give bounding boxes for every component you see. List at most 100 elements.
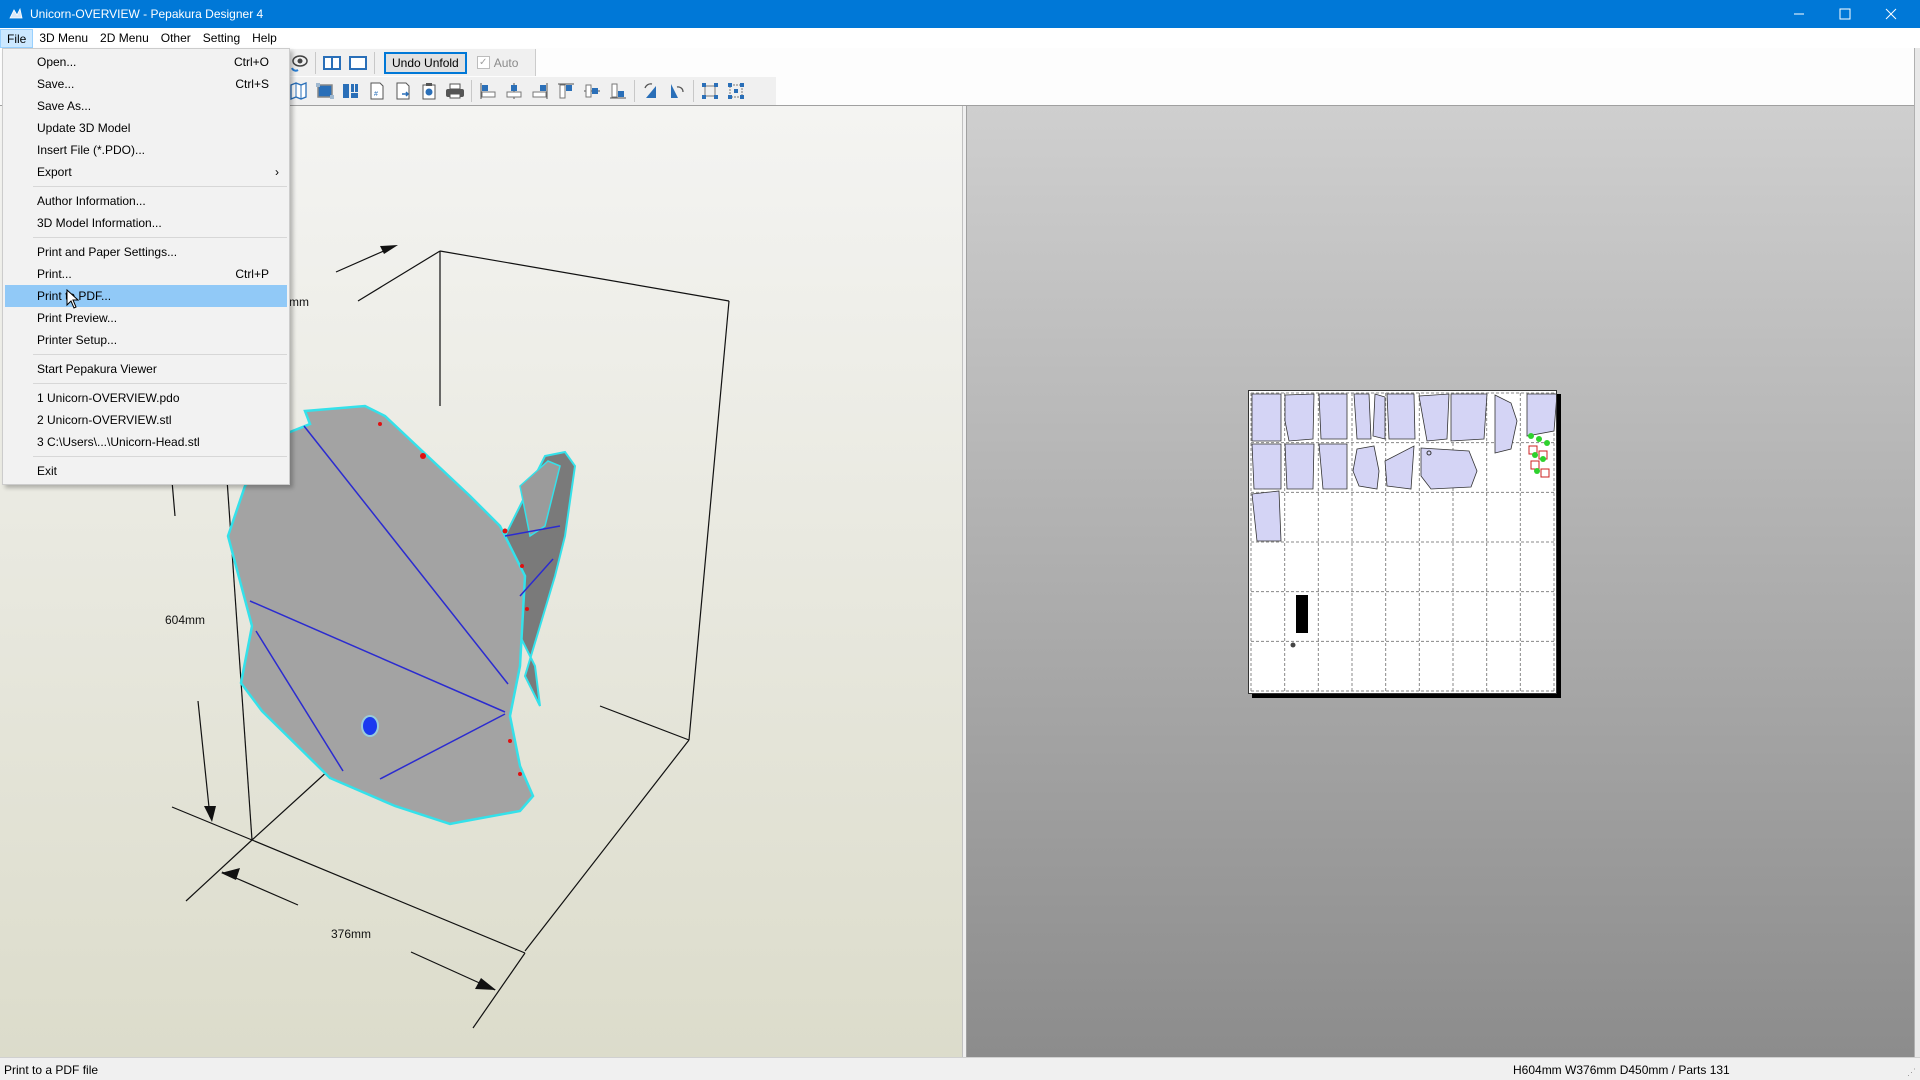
close-button[interactable]	[1868, 0, 1914, 28]
menu-item-author-information[interactable]: Author Information...	[3, 190, 289, 212]
menu-item-save-as[interactable]: Save As...	[3, 95, 289, 117]
paper-layout	[1250, 392, 1556, 692]
menu-help[interactable]: Help	[246, 29, 283, 48]
menu-item-print[interactable]: Print... Ctrl+P	[3, 263, 289, 285]
toolbar-row-2: #	[286, 77, 776, 105]
menu-file[interactable]: File	[0, 28, 34, 48]
align-middle-button[interactable]	[581, 80, 603, 102]
fit-selection-button[interactable]	[699, 80, 721, 102]
menu-item-label: 1 Unicorn-OVERVIEW.pdo	[37, 391, 180, 405]
unfolded-parts	[1251, 393, 1556, 542]
print-icon	[446, 83, 464, 99]
menu-setting[interactable]: Setting	[197, 29, 246, 48]
menu-item-label: Print Preview...	[37, 311, 118, 325]
menu-item-save[interactable]: Save... Ctrl+S	[3, 73, 289, 95]
right-scroll-edge	[1914, 48, 1920, 1058]
single-view-button[interactable]	[347, 52, 369, 74]
split-view-icon	[323, 55, 341, 70]
toolbar-separator	[374, 51, 375, 74]
align-left-button[interactable]	[477, 80, 499, 102]
align-right-button[interactable]	[529, 80, 551, 102]
menu-item-print-preview[interactable]: Print Preview...	[3, 307, 289, 329]
menu-item-label: 3 C:\Users\...\Unicorn-Head.stl	[37, 435, 200, 449]
menu-item-label: Update 3D Model	[37, 121, 131, 135]
arrow-down-icon	[204, 806, 216, 822]
menu-item-3d-model-information[interactable]: 3D Model Information...	[3, 212, 289, 234]
window-title: Unicorn-OVERVIEW - Pepakura Designer 4	[30, 7, 264, 21]
menu-3d[interactable]: 3D Menu	[33, 29, 94, 48]
mouse-cursor-icon	[66, 288, 80, 312]
menu-item-update-3d-model[interactable]: Update 3D Model	[3, 117, 289, 139]
page-number-icon: #	[370, 82, 384, 100]
2d-view[interactable]	[967, 106, 1914, 1057]
select-all-parts-icon	[316, 83, 334, 99]
file-menu-dropdown: Open... Ctrl+O Save... Ctrl+S Save As... Upda…	[2, 48, 290, 485]
menu-other[interactable]: Other	[155, 29, 197, 48]
status-message: Print to a PDF file	[4, 1063, 99, 1077]
rotate-left-button[interactable]	[640, 80, 662, 102]
menu-item-shortcut: Ctrl+P	[235, 267, 269, 281]
minimize-button[interactable]	[1776, 0, 1822, 28]
menu-separator	[33, 383, 287, 384]
menu-item-3-c-users-unicorn-head-stl[interactable]: 3 C:\Users\...\Unicorn-Head.stl	[3, 431, 289, 453]
menu-item-insert-file-pdo[interactable]: Insert File (*.PDO)...	[3, 139, 289, 161]
title-bar: Unicorn-OVERVIEW - Pepakura Designer 4	[0, 0, 1920, 28]
close-icon	[1885, 8, 1897, 20]
menu-separator	[33, 456, 287, 457]
pepakura-app-icon	[8, 6, 24, 22]
unfold-button[interactable]	[288, 80, 310, 102]
arrange-parts-button[interactable]	[340, 80, 362, 102]
height-dimension-label: 604mm	[165, 613, 206, 627]
menu-item-label: Save...	[37, 77, 75, 91]
menu-item-label: Print...	[37, 267, 72, 281]
page-number-button[interactable]: #	[366, 80, 388, 102]
menu-item-print-to-pdf[interactable]: Print to PDF...	[5, 285, 287, 307]
export-page-button[interactable]	[392, 80, 414, 102]
resize-grip-icon[interactable]: ⋰	[1907, 1067, 1916, 1078]
rotate-right-button[interactable]	[666, 80, 688, 102]
view-rotate-button[interactable]	[288, 52, 310, 74]
menu-item-open[interactable]: Open... Ctrl+O	[3, 51, 289, 73]
align-bottom-button[interactable]	[607, 80, 629, 102]
align-top-button[interactable]	[555, 80, 577, 102]
menu-item-label: Printer Setup...	[37, 333, 118, 347]
menu-item-start-pepakura-viewer[interactable]: Start Pepakura Viewer	[3, 358, 289, 380]
menu-item-label: Open...	[37, 55, 77, 69]
menu-item-print-and-paper-settings[interactable]: Print and Paper Settings...	[3, 241, 289, 263]
svg-text:#: #	[374, 91, 378, 98]
maximize-button[interactable]	[1822, 0, 1868, 28]
menu-item-label: Author Information...	[37, 194, 146, 208]
export-page-icon	[396, 82, 410, 100]
align-middle-icon	[584, 84, 600, 98]
menu-item-printer-setup[interactable]: Printer Setup...	[3, 329, 289, 351]
depth-dimension-label: mm	[289, 295, 309, 309]
tabs-cluster	[1528, 433, 1550, 478]
toolbar-row-1: Undo Unfold ✓ Auto	[286, 49, 536, 76]
print-button[interactable]	[444, 80, 466, 102]
menu-2d[interactable]: 2D Menu	[94, 29, 155, 48]
menu-item-1-unicorn-overview-pdo[interactable]: 1 Unicorn-OVERVIEW.pdo	[3, 387, 289, 409]
select-parts-button[interactable]	[314, 80, 336, 102]
menu-item-label: Exit	[37, 464, 58, 478]
split-view-button[interactable]	[321, 52, 343, 74]
align-center-icon	[506, 83, 522, 99]
width-dimension-label: 376mm	[331, 927, 372, 941]
clipboard-button[interactable]	[418, 80, 440, 102]
auto-checkbox[interactable]: ✓ Auto	[476, 56, 518, 70]
maximize-icon	[1839, 8, 1851, 20]
fit-all-button[interactable]	[725, 80, 747, 102]
menu-item-exit[interactable]: Exit	[3, 460, 289, 482]
undo-unfold-button[interactable]: Undo Unfold	[384, 51, 467, 74]
model-info: H604mm W376mm D450mm / Parts 131	[1513, 1063, 1730, 1077]
menu-item-label: 3D Model Information...	[37, 216, 162, 230]
toolbar-separator	[634, 80, 635, 102]
align-center-button[interactable]	[503, 80, 525, 102]
menu-item-shortcut: Ctrl+O	[233, 55, 269, 69]
menu-separator	[33, 237, 287, 238]
menu-item-2-unicorn-overview-stl[interactable]: 2 Unicorn-OVERVIEW.stl	[3, 409, 289, 431]
status-bar: Print to a PDF file H604mm W376mm D450mm…	[0, 1057, 1920, 1080]
arrow-right-icon	[475, 978, 496, 990]
align-right-icon	[532, 83, 548, 99]
menu-item-label: Print and Paper Settings...	[37, 245, 178, 259]
menu-item-export[interactable]: Export ›	[3, 161, 289, 183]
